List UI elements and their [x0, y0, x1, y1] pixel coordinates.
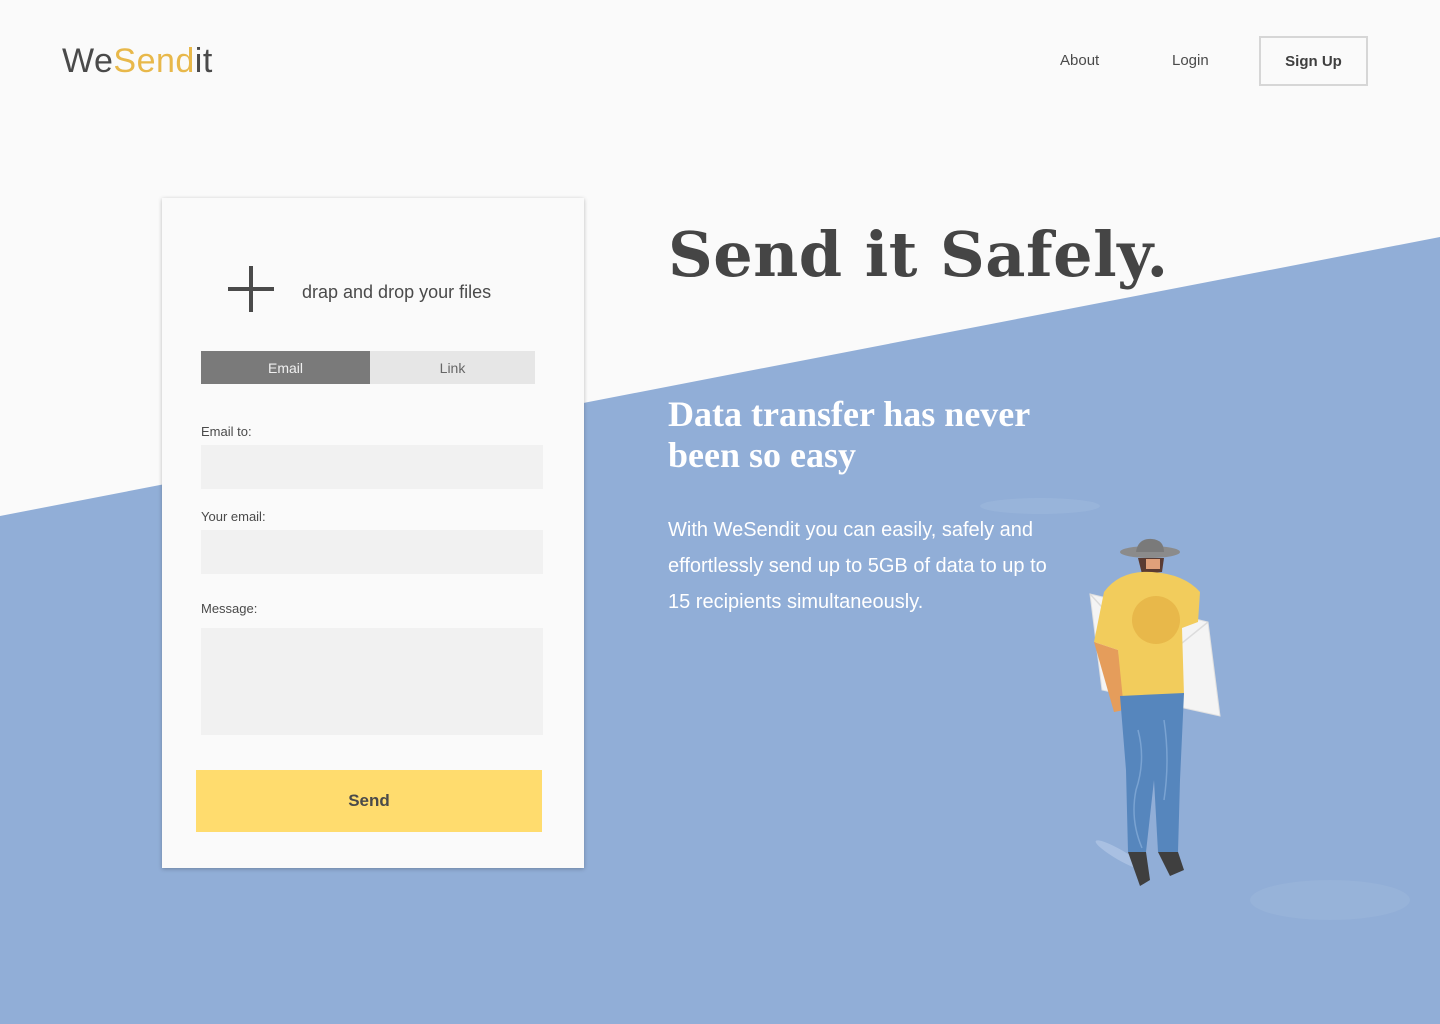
logo-part-we: We — [62, 42, 114, 80]
message-label: Message: — [201, 601, 258, 616]
signup-button[interactable]: Sign Up — [1259, 36, 1368, 86]
send-button[interactable]: Send — [196, 770, 542, 832]
message-textarea[interactable] — [201, 628, 543, 735]
logo-part-it: it — [194, 42, 213, 80]
your-email-label: Your email: — [201, 509, 266, 524]
logo[interactable]: WeSendit — [62, 42, 213, 81]
hero-title: Send it Safely. — [668, 218, 1169, 291]
email-to-input[interactable] — [201, 445, 543, 489]
nav-login-link[interactable]: Login — [1172, 52, 1209, 69]
nav-about-link[interactable]: About — [1060, 52, 1099, 69]
email-to-label: Email to: — [201, 424, 252, 439]
upload-card: drap and drop your files Email Link Emai… — [162, 198, 584, 868]
tab-email[interactable]: Email — [201, 351, 370, 384]
drop-files-text[interactable]: drap and drop your files — [302, 282, 491, 303]
plus-icon[interactable] — [228, 266, 274, 312]
your-email-input[interactable] — [201, 530, 543, 574]
hero-subtitle: Data transfer has never been so easy — [668, 394, 1030, 475]
hero-description: With WeSendit you can easily, safely and… — [668, 519, 1047, 613]
person-with-envelope-illustration — [1089, 538, 1221, 886]
logo-part-send: Send — [113, 42, 195, 80]
tab-link[interactable]: Link — [370, 351, 535, 384]
